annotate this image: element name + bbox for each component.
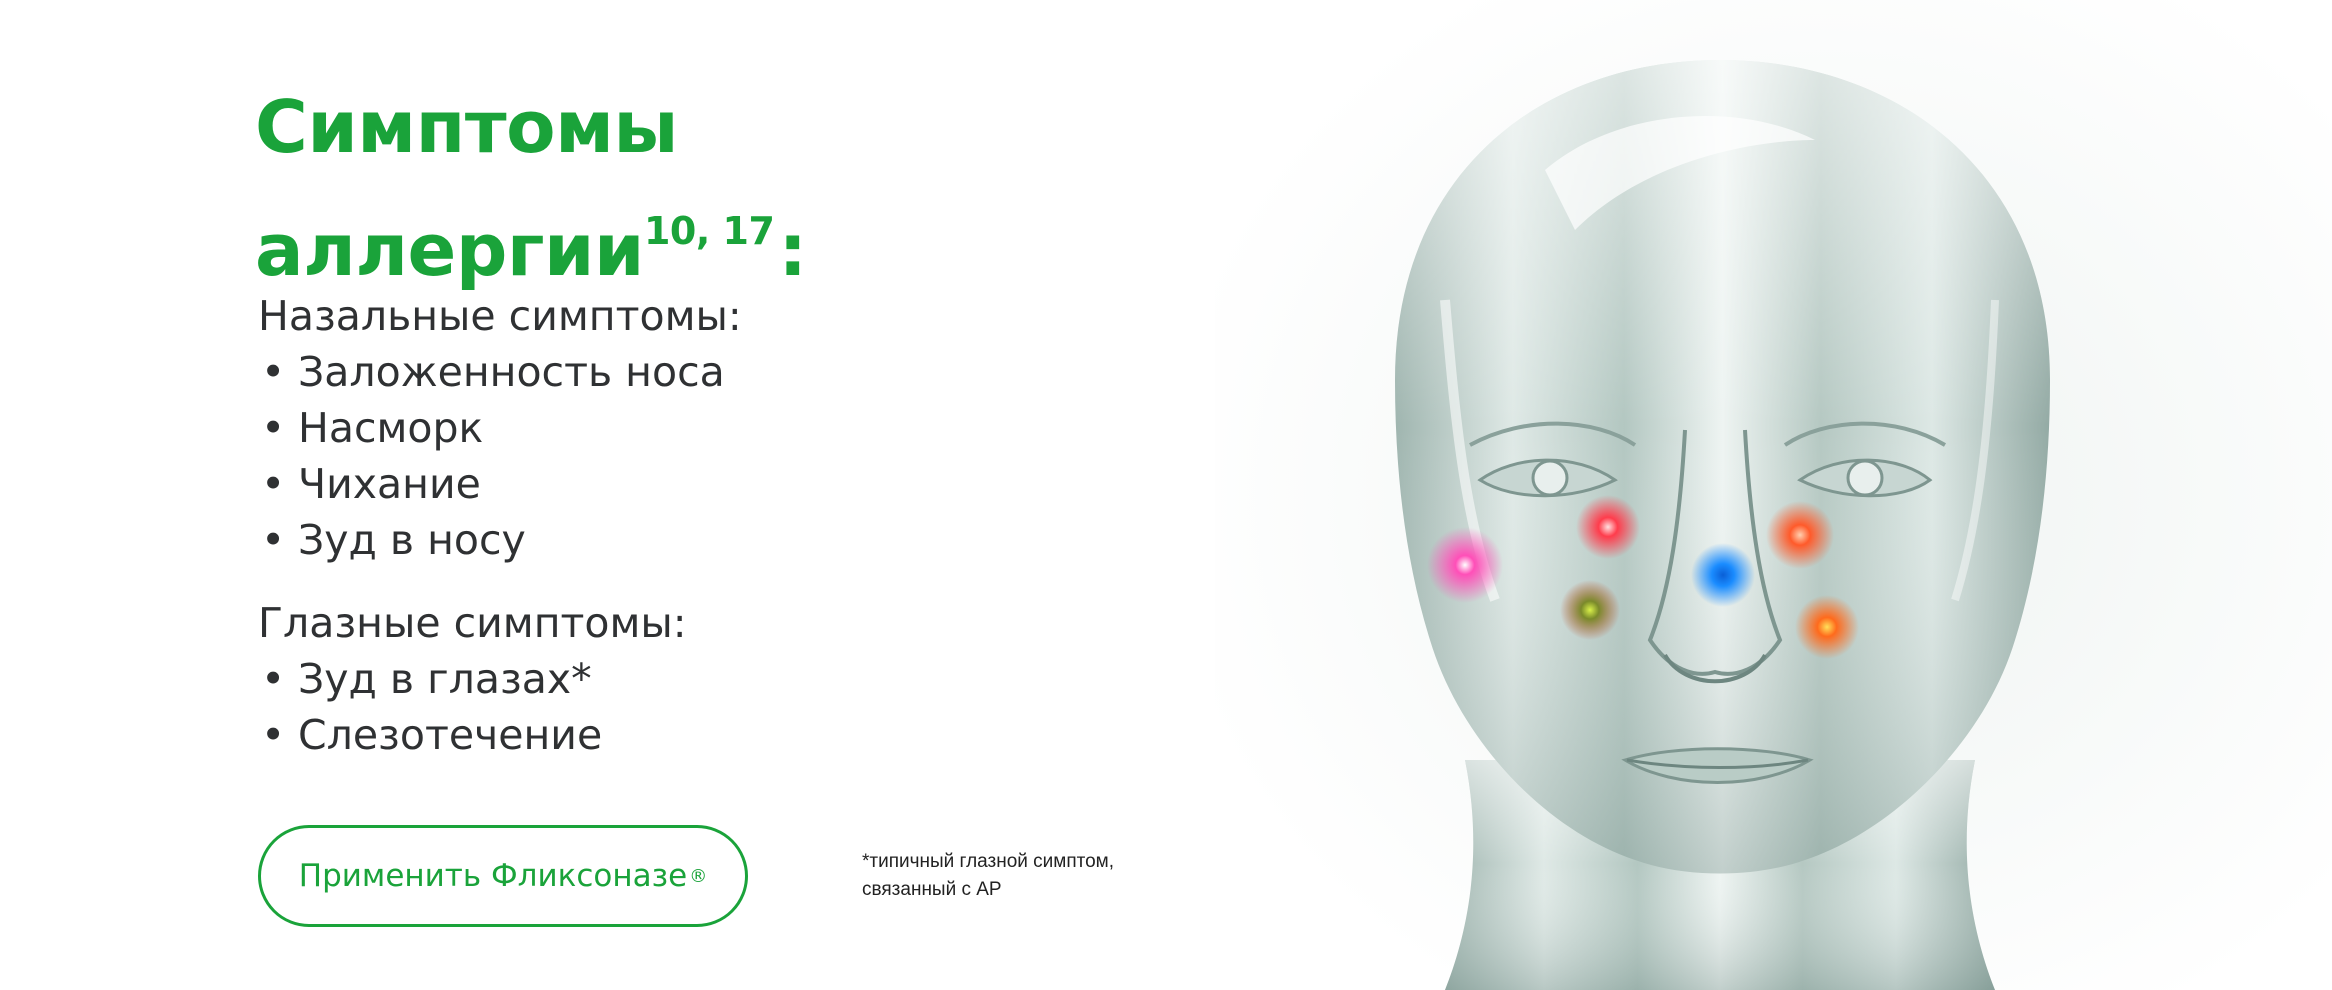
bullet-icon: • (261, 711, 286, 759)
list-item: • Слезотечение (258, 707, 687, 763)
symptom-label: Зуд в глазах* (298, 655, 592, 703)
glass-head-icon (1215, 0, 2332, 990)
apply-flixonase-button-label: Применить Фликсоназе (298, 858, 688, 894)
list-item: • Зуд в носу (258, 512, 742, 568)
title-line-2: аллергии (255, 208, 644, 292)
symptom-label: Насморк (298, 404, 484, 452)
nasal-symptoms-heading: Назальные симптомы: (258, 292, 742, 340)
symptom-spot-red-cheek (1576, 495, 1640, 559)
footnote: *типичный глазной симптом, связанный с А… (862, 848, 1202, 904)
list-item: • Зуд в глазах* (258, 651, 687, 707)
ocular-symptoms-section: Глазные симптомы: • Зуд в глазах* • Слезот… (258, 595, 687, 763)
title-colon: : (778, 208, 807, 292)
symptom-spot-yellow (1795, 595, 1859, 659)
bullet-icon: • (261, 516, 286, 564)
title-references: 10, 17 (643, 209, 775, 253)
symptom-label: Зуд в носу (298, 516, 526, 564)
bullet-icon: • (261, 404, 286, 452)
symptom-spot-green (1560, 580, 1620, 640)
page-title: Симптомы аллергии10, 17: (255, 72, 807, 305)
glass-head-illustration (1215, 0, 2332, 990)
nasal-symptoms-section: Назальные симптомы: • Заложенность носа •… (258, 288, 742, 568)
apply-flixonase-button[interactable]: Применить Фликсоназе ® (258, 825, 748, 927)
symptom-spot-blue (1691, 543, 1755, 607)
symptom-spot-orange (1766, 501, 1834, 569)
bullet-icon: • (261, 655, 286, 703)
nasal-symptoms-list: • Заложенность носа • Насморк • Чихание • Зу… (258, 344, 742, 568)
symptom-label: Чихание (298, 460, 481, 508)
list-item: • Заложенность носа (258, 344, 742, 400)
symptom-label: Заложенность носа (298, 348, 725, 396)
ocular-symptoms-list: • Зуд в глазах* • Слезотечение (258, 651, 687, 763)
footnote-line-1: *типичный глазной симптом, (862, 851, 1115, 872)
ocular-symptoms-heading: Глазные симптомы: (258, 599, 687, 647)
registered-mark: ® (689, 865, 708, 887)
list-item: • Насморк (258, 400, 742, 456)
list-item: • Чихание (258, 456, 742, 512)
footnote-line-2: связанный с АР (862, 879, 1002, 900)
symptom-spot-pink (1427, 527, 1503, 603)
symptom-label: Слезотечение (298, 711, 603, 759)
bullet-icon: • (261, 348, 286, 396)
bullet-icon: • (261, 460, 286, 508)
title-line-1: Симптомы (255, 85, 679, 169)
